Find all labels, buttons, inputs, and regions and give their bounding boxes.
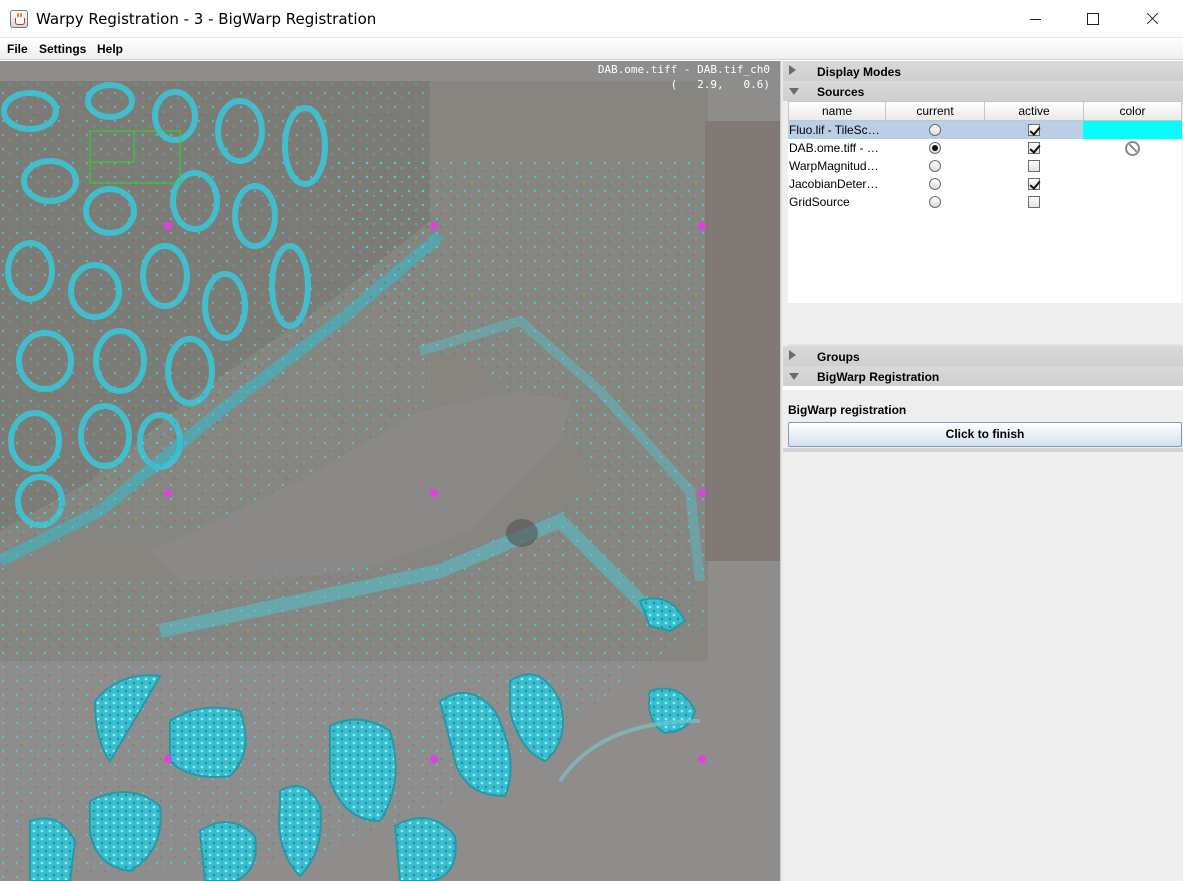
expand-arrow-icon — [789, 350, 796, 360]
bigwarp-panel: BigWarp registration Click to finish — [783, 386, 1183, 450]
color-swatch[interactable] — [1083, 121, 1182, 139]
source-name: Fluo.lif - TileScan_001 — [789, 123, 885, 137]
active-checkbox[interactable] — [1028, 196, 1040, 208]
window-title: Warpy Registration - 3 - BigWarp Registr… — [36, 10, 377, 28]
minimize-icon[interactable] — [1006, 0, 1064, 38]
viewer-source-label: DAB.ome.tiff - DAB.tif_ch0 — [597, 63, 770, 76]
current-radio[interactable] — [929, 196, 941, 208]
active-checkbox[interactable] — [1028, 124, 1040, 136]
section-groups[interactable]: Groups — [783, 346, 1183, 366]
collapse-arrow-icon — [789, 88, 799, 95]
menu-settings[interactable]: Settings — [39, 42, 86, 56]
current-radio[interactable] — [929, 160, 941, 172]
source-name: DAB.ome.tiff - DAB.tif_ch0 — [789, 141, 885, 155]
source-name: WarpMagnitudeSource — [789, 159, 885, 173]
column-header-current[interactable]: current — [886, 101, 985, 121]
column-header-active[interactable]: active — [985, 101, 1084, 121]
sources-panel: name current active color Fluo.lif - Til… — [783, 101, 1183, 386]
image-viewer[interactable]: DAB.ome.tiff - DAB.tif_ch0 ( 2.9, 0.6) — [0, 61, 780, 881]
expand-arrow-icon — [789, 65, 796, 75]
table-row[interactable]: DAB.ome.tiff - DAB.tif_ch0 — [788, 139, 1182, 157]
separator — [783, 448, 1183, 452]
active-checkbox[interactable] — [1028, 142, 1040, 154]
source-name: GridSource — [789, 195, 850, 209]
section-sources[interactable]: Sources — [783, 81, 1183, 101]
sources-table: name current active color Fluo.lif - Til… — [788, 101, 1182, 303]
java-app-icon — [10, 10, 28, 28]
finish-button[interactable]: Click to finish — [788, 422, 1182, 447]
microscopy-image — [0, 61, 780, 881]
current-radio[interactable] — [929, 178, 941, 190]
sources-table-header: name current active color — [788, 101, 1182, 121]
active-checkbox[interactable] — [1028, 178, 1040, 190]
column-header-name[interactable]: name — [788, 101, 886, 121]
section-groups-label: Groups — [817, 350, 860, 364]
table-row[interactable]: JacobianDeterminant — [788, 175, 1182, 193]
menu-help[interactable]: Help — [97, 42, 123, 56]
viewer-coordinates: ( 2.9, 0.6) — [670, 78, 770, 91]
table-row[interactable]: GridSource — [788, 193, 1182, 211]
current-radio[interactable] — [929, 142, 941, 154]
close-icon[interactable] — [1122, 0, 1183, 38]
section-bigwarp-registration[interactable]: BigWarp Registration — [783, 366, 1183, 386]
source-name: JacobianDeterminant — [789, 177, 885, 191]
window-titlebar: Warpy Registration - 3 - BigWarp Registr… — [0, 0, 1183, 38]
side-panel: Display Modes Sources name current activ… — [783, 61, 1183, 881]
table-row[interactable]: WarpMagnitudeSource — [788, 157, 1182, 175]
no-color-icon[interactable] — [1125, 141, 1140, 156]
section-display-modes-label: Display Modes — [817, 65, 902, 79]
bigwarp-registration-label: BigWarp registration — [788, 403, 907, 417]
table-row[interactable]: Fluo.lif - TileScan_001 — [788, 121, 1182, 139]
menu-file[interactable]: File — [7, 42, 28, 56]
menubar: File Settings Help — [0, 38, 1183, 60]
current-radio[interactable] — [929, 124, 941, 136]
section-display-modes[interactable]: Display Modes — [783, 61, 1183, 81]
section-bigwarp-label: BigWarp Registration — [817, 370, 940, 384]
collapse-arrow-icon — [789, 373, 799, 380]
column-header-color[interactable]: color — [1084, 101, 1182, 121]
active-checkbox[interactable] — [1028, 160, 1040, 172]
maximize-icon[interactable] — [1064, 0, 1122, 38]
section-sources-label: Sources — [817, 85, 865, 99]
